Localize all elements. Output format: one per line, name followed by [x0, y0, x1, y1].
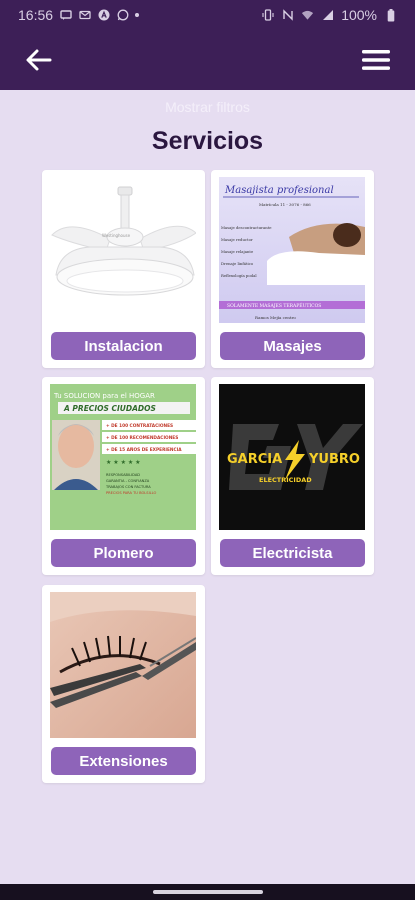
flyer-headline-1: Tu SOLUCION para el HOGAR [53, 392, 155, 400]
service-card-plomero[interactable]: Tu SOLUCION para el HOGAR A PRECIOS CIUD… [42, 377, 205, 575]
home-gesture-handle[interactable] [153, 890, 263, 894]
logo-right: YUBRO [308, 452, 360, 467]
svg-text:+ DE 15 AÑOS DE EXPERIENCIA: + DE 15 AÑOS DE EXPERIENCIA [106, 446, 182, 453]
svg-text:Masaje reductor: Masaje reductor [221, 237, 253, 242]
electrician-logo-image: GARCIA YUBRO ELECTRICIDAD [219, 384, 365, 530]
show-filters-link[interactable]: Mostrar filtros [0, 99, 415, 115]
svg-text:+ DE 100 CONTRATACIONES: + DE 100 CONTRATACIONES [106, 423, 173, 429]
notification-dot [135, 13, 140, 17]
service-card-instalacion[interactable]: Westinghouse Instalacion [42, 170, 205, 368]
app-bar [0, 30, 415, 90]
nfc-icon [281, 9, 294, 22]
svg-text:★ ★ ★ ★ ★: ★ ★ ★ ★ ★ [106, 459, 141, 466]
massage-flyer-image: Masajista profesional Matrícula 11 - 307… [219, 177, 365, 323]
svg-text:Drenaje linfático: Drenaje linfático [221, 261, 254, 266]
battery-percentage: 100% [341, 7, 377, 23]
svg-text:TRABAJOS CON FACTURA: TRABAJOS CON FACTURA [105, 485, 151, 489]
svg-text:GARANTIA - CONFIANZA: GARANTIA - CONFIANZA [106, 479, 150, 483]
flyer-headline-2: A PRECIOS CIUDADOS [63, 404, 156, 413]
circle-a-icon [97, 9, 110, 22]
service-card-electricista[interactable]: GARCIA YUBRO ELECTRICIDAD Electricista [211, 377, 374, 575]
extensiones-button[interactable]: Extensiones [51, 747, 196, 775]
svg-text:PRECIOS PARA TU BOLSILLO: PRECIOS PARA TU BOLSILLO [106, 491, 157, 495]
svg-text:Masaje descontracturante: Masaje descontracturante [221, 225, 272, 230]
svg-text:Reflexología podal: Reflexología podal [221, 273, 257, 278]
svg-text:+ DE 100 RECOMENDACIONES: + DE 100 RECOMENDACIONES [106, 435, 178, 441]
status-bar: 16:56 100% [0, 0, 415, 30]
plomero-button[interactable]: Plomero [51, 539, 196, 567]
arrow-left-icon [26, 49, 52, 71]
message-icon [59, 9, 72, 22]
vibrate-icon [261, 9, 274, 22]
eyelash-extensions-image [50, 592, 196, 738]
system-navigation-bar [0, 884, 415, 900]
ceiling-fan-image: Westinghouse [50, 177, 196, 323]
hamburger-menu-icon [362, 50, 390, 70]
logo-left: GARCIA [227, 452, 282, 467]
instalacion-button[interactable]: Instalacion [51, 332, 196, 360]
flyer-footer: Ramos Mejía centro [255, 315, 296, 320]
svg-text:RESPONSABILIDAD: RESPONSABILIDAD [106, 473, 140, 477]
battery-icon [384, 8, 397, 22]
signal-icon [321, 9, 334, 22]
status-time: 16:56 [18, 7, 54, 23]
menu-button[interactable] [359, 43, 393, 77]
electricista-button[interactable]: Electricista [220, 539, 365, 567]
service-card-extensiones[interactable]: Extensiones [42, 585, 205, 783]
masajes-button[interactable]: Masajes [220, 332, 365, 360]
logo-sub: ELECTRICIDAD [259, 476, 312, 484]
fan-brand: Westinghouse [102, 233, 131, 238]
wifi-icon [301, 9, 314, 22]
flyer-phone: Matrícula 11 - 3076 - 866 [259, 202, 311, 207]
whatsapp-icon [116, 9, 129, 22]
plumber-flyer-image: Tu SOLUCION para el HOGAR A PRECIOS CIUD… [50, 384, 196, 530]
service-card-masajes[interactable]: Masajista profesional Matrícula 11 - 307… [211, 170, 374, 368]
flyer-title: Masajista profesional [224, 185, 334, 196]
mail-icon [78, 9, 91, 22]
back-button[interactable] [22, 43, 56, 77]
page-title: Servicios [151, 127, 264, 155]
svg-text:Masaje relajante: Masaje relajante [221, 249, 254, 254]
